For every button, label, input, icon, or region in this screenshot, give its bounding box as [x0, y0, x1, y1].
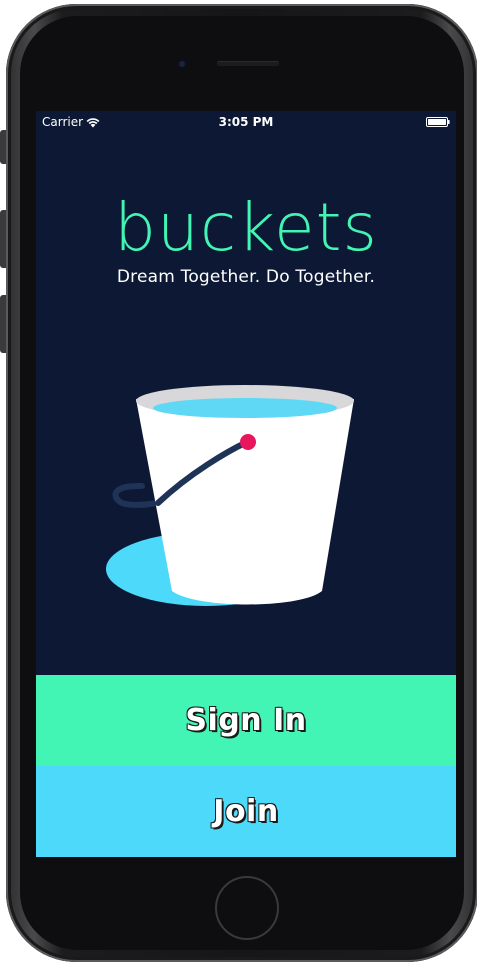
bucket-icon: [106, 385, 354, 606]
status-time: 3:05 PM: [218, 115, 274, 129]
battery-icon: [426, 117, 450, 127]
sign-in-button[interactable]: Sign In: [36, 675, 456, 766]
app-logo-wordmark: buckets: [114, 189, 378, 266]
bucket-handle-back: [112, 482, 159, 508]
handle-knob: [240, 434, 256, 450]
status-bar: Carrier 3:05 PM: [36, 111, 456, 133]
bucket-water: [153, 398, 337, 418]
home-button[interactable]: [215, 876, 279, 940]
join-button[interactable]: Join: [36, 766, 456, 857]
earpiece-speaker: [217, 61, 279, 66]
device-frame: Carrier 3:05 PM buckets Dream Together. …: [0, 0, 477, 965]
app-tagline: Dream Together. Do Together.: [116, 267, 376, 287]
app-screen: Carrier 3:05 PM buckets Dream Together. …: [36, 111, 456, 857]
front-camera: [177, 59, 187, 69]
